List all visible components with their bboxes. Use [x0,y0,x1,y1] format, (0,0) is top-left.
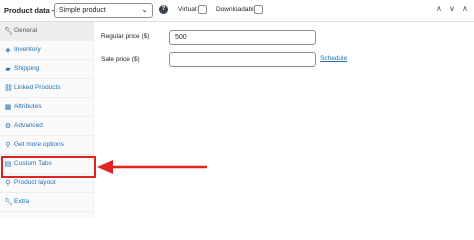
help-icon[interactable]: ? [159,5,168,14]
tab-extra[interactable]: 🔧︎ Extra [0,193,94,212]
downloadable-checkbox[interactable] [254,5,263,14]
annotation-arrow-icon [97,160,207,174]
regular-price-label: Regular price ($) [101,33,150,40]
collapse-up-icon[interactable]: ∧ [436,4,442,13]
chevron-down-icon: ⌄ [141,5,148,14]
wrench-icon: 🔧︎ [4,199,13,206]
tab-label: Extra [14,198,30,205]
tab-linked-products[interactable]: ⛓︎ Linked Products [0,79,94,98]
highlight-box [1,156,96,178]
expand-down-icon[interactable]: ∨ [449,4,455,13]
sale-price-input[interactable] [169,52,316,67]
tab-label: Attributes [14,103,42,110]
tab-attributes[interactable]: ▦ Attributes [0,98,94,117]
link-icon: ⛓︎ [4,85,13,92]
product-data-header: Product data — Simple product ⌄ ? Virtua… [0,0,474,22]
regular-price-value: 500 [175,34,187,41]
tab-get-more-options[interactable]: ⚲ Get more options [0,136,94,155]
virtual-checkbox[interactable] [198,5,207,14]
product-type-value: Simple product [59,7,106,14]
tab-label: Advanced [14,122,43,129]
table-icon: ▦ [4,104,12,111]
plugin-icon: ⚲ [5,142,11,149]
tab-label: Get more options [14,141,64,148]
tab-inventory[interactable]: ◈ Inventory [0,41,94,60]
wrench-icon: 🔧︎ [4,28,13,35]
gear-icon: ⚙︎ [4,123,12,130]
panel-title: Product data — [4,6,60,15]
virtual-label: Virtual: [178,6,199,13]
sale-price-label: Sale price ($) [101,56,140,63]
tab-label: General [14,27,38,34]
product-data-tabs: 🔧︎ General ◈ Inventory ▰ Shipping ⛓︎ Lin… [0,22,94,218]
regular-price-input[interactable]: 500 [169,30,316,45]
tab-general[interactable]: 🔧︎ General [0,22,94,41]
schedule-link[interactable]: Schedule [320,55,347,62]
plugin-icon: ⚲ [5,180,11,187]
tab-advanced[interactable]: ⚙︎ Advanced [0,117,94,136]
tab-label: Shipping [14,65,40,72]
truck-icon: ▰ [5,66,11,73]
product-type-select[interactable]: Simple product ⌄ [54,3,153,18]
tab-shipping[interactable]: ▰ Shipping [0,60,94,79]
toggle-panel-icon[interactable]: ∧ [462,4,468,13]
tab-label: Inventory [14,46,41,53]
tag-icon: ◈ [5,47,11,54]
tab-label: Linked Products [14,84,61,91]
downloadable-label: Downloadable: [216,6,260,13]
tab-label: Product layout [14,179,56,186]
